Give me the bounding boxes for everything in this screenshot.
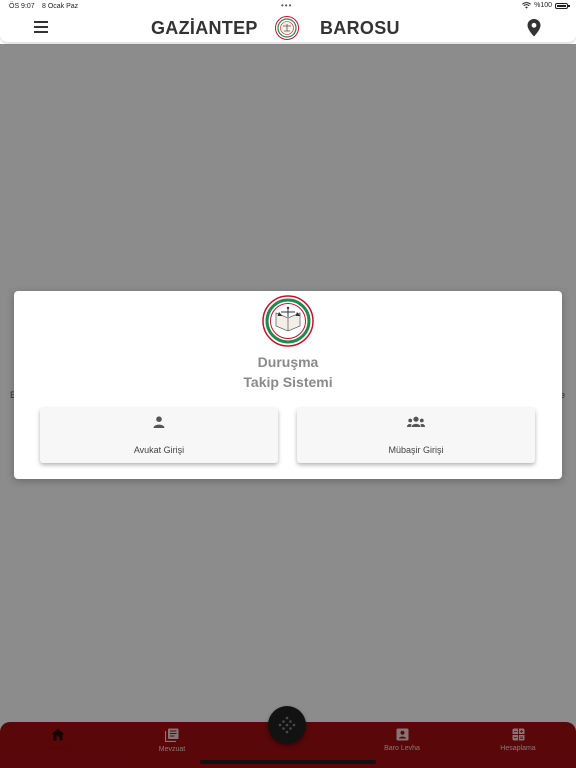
person-icon: [153, 416, 165, 428]
battery-icon: [555, 2, 570, 9]
avukat-login-label: Avukat Girişi: [133, 445, 185, 455]
app-header: GAZİANTEP BAROSU: [0, 13, 576, 43]
battery-percent: %100: [534, 2, 552, 9]
header-title-right: BAROSU: [320, 18, 400, 38]
mubasir-login-label: Mübaşir Girişi: [388, 445, 444, 455]
location-pin-icon[interactable]: [527, 19, 541, 37]
home-indicator[interactable]: [200, 760, 376, 764]
wifi-icon: [522, 2, 532, 9]
bar-logo-icon: [275, 16, 299, 40]
avukat-login-button[interactable]: Avukat Girişi: [40, 408, 278, 463]
menu-icon[interactable]: [34, 21, 48, 33]
group-icon: [407, 416, 425, 427]
modal-title-line1: Duruşma: [257, 354, 319, 370]
status-time: ÖS 9:07: [9, 3, 35, 10]
status-right: %100: [522, 2, 570, 9]
durusma-modal: Duruşma Takip Sistemi Avukat Girişi Müba…: [14, 291, 562, 479]
status-bar: ÖS 9:07 8 Ocak Paz ••• %100: [0, 0, 576, 14]
status-date: 8 Ocak Paz: [42, 3, 79, 10]
header-title-left: GAZİANTEP: [151, 18, 258, 38]
bar-seal-logo-icon: [262, 295, 314, 347]
multitask-dots[interactable]: •••: [281, 1, 292, 10]
mubasir-login-button[interactable]: Mübaşir Girişi: [297, 408, 535, 463]
modal-title-line2: Takip Sistemi: [243, 374, 333, 390]
